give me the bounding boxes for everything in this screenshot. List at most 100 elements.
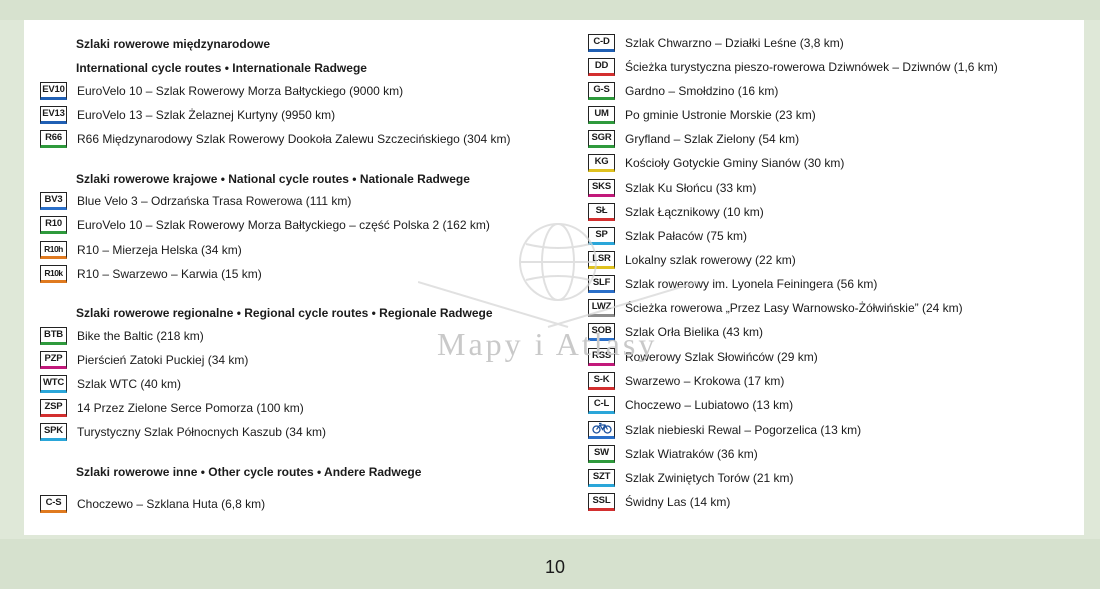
route-label: EuroVelo 10 – Szlak Rowerowy Morza Bałty… bbox=[77, 218, 490, 232]
legend-item-sp: SP Szlak Pałaców (75 km) bbox=[584, 226, 747, 246]
route-label: 14 Przez Zielone Serce Pomorza (100 km) bbox=[77, 401, 304, 415]
top-background-band bbox=[0, 0, 1100, 20]
legend-item-zsp: ZSP 14 Przez Zielone Serce Pomorza (100 … bbox=[24, 398, 304, 418]
legend-item-um: UM Po gminie Ustronie Morskie (23 km) bbox=[584, 105, 816, 125]
route-label: Szlak rowerowy im. Lyonela Feiningera (5… bbox=[625, 277, 878, 291]
route-label: Blue Velo 3 – Odrzańska Trasa Rowerowa (… bbox=[77, 194, 352, 208]
route-label: R66 Międzynarodowy Szlak Rowerowy Dookoł… bbox=[77, 132, 511, 146]
route-code-badge: LSR bbox=[588, 251, 615, 269]
route-code-badge: BTB bbox=[40, 327, 67, 345]
route-label: Ścieżka turystyczna pieszo-rowerowa Dziw… bbox=[625, 60, 998, 74]
route-code-badge: R10h bbox=[40, 241, 67, 259]
route-code-badge: LWZ bbox=[588, 299, 615, 317]
legend-item-szt: SZT Szlak Zwiniętych Torów (21 km) bbox=[584, 468, 794, 488]
route-label: Choczewo – Lubiatowo (13 km) bbox=[625, 398, 794, 412]
legend-item-sw: SW Szlak Wiatraków (36 km) bbox=[584, 444, 758, 464]
route-label: EuroVelo 13 – Szlak Żelaznej Kurtyny (99… bbox=[77, 108, 336, 122]
legend-item-pzp: PZP Pierścień Zatoki Puckiej (34 km) bbox=[24, 350, 248, 370]
route-code-badge: ZSP bbox=[40, 399, 67, 417]
route-label: Szlak WTC (40 km) bbox=[77, 377, 182, 391]
route-code-badge: UM bbox=[588, 106, 615, 124]
route-code-badge: S-K bbox=[588, 372, 615, 390]
section-subtitle-international: International cycle routes • Internation… bbox=[76, 61, 367, 75]
route-label: Szlak Ku Słońcu (33 km) bbox=[625, 181, 757, 195]
legend-item-r10k: R10k R10 – Swarzewo – Karwia (15 km) bbox=[24, 264, 262, 284]
legend-item-dd: DD Ścieżka turystyczna pieszo-rowerowa D… bbox=[584, 57, 998, 77]
route-code-badge: SGR bbox=[588, 130, 615, 148]
route-label: Turystyczny Szlak Północnych Kaszub (34 … bbox=[77, 425, 326, 439]
legend-item-sks: SKS Szlak Ku Słońcu (33 km) bbox=[584, 178, 756, 198]
route-label: R10 – Mierzeja Helska (34 km) bbox=[77, 243, 242, 257]
route-code-badge: KG bbox=[588, 154, 615, 172]
route-label: Pierścień Zatoki Puckiej (34 km) bbox=[77, 353, 249, 367]
route-code-badge: SP bbox=[588, 227, 615, 245]
section-title-national: Szlaki rowerowe krajowe • National cycle… bbox=[76, 172, 470, 186]
route-code-badge: SLF bbox=[588, 275, 615, 293]
section-title-other: Szlaki rowerowe inne • Other cycle route… bbox=[76, 465, 422, 479]
route-code-badge: BV3 bbox=[40, 192, 67, 210]
legend-item-btb: BTB Bike the Baltic (218 km) bbox=[24, 326, 204, 346]
route-label: Ścieżka rowerowa „Przez Lasy Warnowsko-Ż… bbox=[625, 301, 963, 315]
legend-item-wtc: WTC Szlak WTC (40 km) bbox=[24, 374, 181, 394]
legend-item-r66: R66 R66 Międzynarodowy Szlak Rowerowy Do… bbox=[24, 129, 511, 149]
bicycle-icon bbox=[588, 421, 615, 439]
legend-item-lsr: LSR Lokalny szlak rowerowy (22 km) bbox=[584, 250, 796, 270]
route-code-badge: WTC bbox=[40, 375, 67, 393]
legend-item-lwz: LWZ Ścieżka rowerowa „Przez Lasy Warnows… bbox=[584, 298, 963, 318]
route-code-badge: SPK bbox=[40, 423, 67, 441]
route-code-badge: R10 bbox=[40, 216, 67, 234]
route-code-badge: SSL bbox=[588, 493, 615, 511]
route-label: Szlak niebieski Rewal – Pogorzelica (13 … bbox=[625, 423, 862, 437]
legend-item-spk: SPK Turystyczny Szlak Północnych Kaszub … bbox=[24, 422, 326, 442]
route-label: Bike the Baltic (218 km) bbox=[77, 329, 204, 343]
route-code-badge: EV10 bbox=[40, 82, 67, 100]
section-title-international: Szlaki rowerowe międzynarodowe bbox=[76, 37, 271, 51]
watermark-text: Mapy i Atlasy bbox=[437, 326, 658, 362]
route-code-badge: EV13 bbox=[40, 106, 67, 124]
route-code-badge: G-S bbox=[588, 82, 615, 100]
route-code-badge: C-S bbox=[40, 495, 67, 513]
legend-item-sl: SŁ Szlak Łącznikowy (10 km) bbox=[584, 202, 764, 222]
legend-item-sgr: SGR Gryfland – Szlak Zielony (54 km) bbox=[584, 129, 799, 149]
route-code-badge: R66 bbox=[40, 130, 67, 148]
route-code-badge: R10k bbox=[40, 265, 67, 283]
legend-sheet: Szlaki rowerowe międzynarodowe Internati… bbox=[24, 20, 1084, 535]
route-code-badge: C-D bbox=[588, 34, 615, 52]
legend-item-kg: KG Kościoły Gotyckie Gminy Sianów (30 km… bbox=[584, 153, 844, 173]
page-number: 10 bbox=[544, 557, 566, 577]
route-label: EuroVelo 10 – Szlak Rowerowy Morza Bałty… bbox=[77, 84, 404, 98]
legend-item-r10h: R10h R10 – Mierzeja Helska (34 km) bbox=[24, 240, 242, 260]
route-label: Świdny Las (14 km) bbox=[625, 495, 731, 509]
legend-item-ev13: EV13 EuroVelo 13 – Szlak Żelaznej Kurtyn… bbox=[24, 105, 335, 125]
route-label: Swarzewo – Krokowa (17 km) bbox=[625, 374, 785, 388]
route-label: Po gminie Ustronie Morskie (23 km) bbox=[625, 108, 816, 122]
legend-item-slf: SLF Szlak rowerowy im. Lyonela Feininger… bbox=[584, 274, 877, 294]
route-label: Choczewo – Szklana Huta (6,8 km) bbox=[77, 497, 266, 511]
route-code-badge: SZT bbox=[588, 469, 615, 487]
legend-item-c-l: C-L Choczewo – Lubiatowo (13 km) bbox=[584, 395, 793, 415]
route-code-badge: DD bbox=[588, 58, 615, 76]
section-title-regional: Szlaki rowerowe regionalne • Regional cy… bbox=[76, 306, 493, 320]
route-label: Kościoły Gotyckie Gminy Sianów (30 km) bbox=[625, 156, 845, 170]
route-code-badge: PZP bbox=[40, 351, 67, 369]
legend-item-rewal: Szlak niebieski Rewal – Pogorzelica (13 … bbox=[584, 420, 861, 440]
legend-item-s-k: S-K Swarzewo – Krokowa (17 km) bbox=[584, 371, 784, 391]
route-label: Szlak Pałaców (75 km) bbox=[625, 229, 748, 243]
legend-item-c-d: C-D Szlak Chwarzno – Działki Leśne (3,8 … bbox=[584, 33, 844, 53]
legend-item-bv3: BV3 Blue Velo 3 – Odrzańska Trasa Rowero… bbox=[24, 191, 351, 211]
route-label: Lokalny szlak rowerowy (22 km) bbox=[625, 253, 796, 267]
legend-item-g-s: G-S Gardno – Smołdzino (16 km) bbox=[584, 81, 778, 101]
route-label: Gryfland – Szlak Zielony (54 km) bbox=[625, 132, 800, 146]
route-label: Szlak Łącznikowy (10 km) bbox=[625, 205, 764, 219]
legend-item-ev10: EV10 EuroVelo 10 – Szlak Rowerowy Morza … bbox=[24, 81, 403, 101]
legend-item-r10: R10 EuroVelo 10 – Szlak Rowerowy Morza B… bbox=[24, 215, 490, 235]
route-code-badge: SŁ bbox=[588, 203, 615, 221]
route-label: Szlak Chwarzno – Działki Leśne (3,8 km) bbox=[625, 36, 844, 50]
route-code-badge: C-L bbox=[588, 396, 615, 414]
route-code-badge: SW bbox=[588, 445, 615, 463]
route-label: Szlak Wiatraków (36 km) bbox=[625, 447, 758, 461]
route-code-badge: SKS bbox=[588, 179, 615, 197]
route-label: Szlak Zwiniętych Torów (21 km) bbox=[625, 471, 794, 485]
legend-item-ssl: SSL Świdny Las (14 km) bbox=[584, 492, 730, 512]
legend-item-c-s: C-S Choczewo – Szklana Huta (6,8 km) bbox=[24, 494, 265, 514]
